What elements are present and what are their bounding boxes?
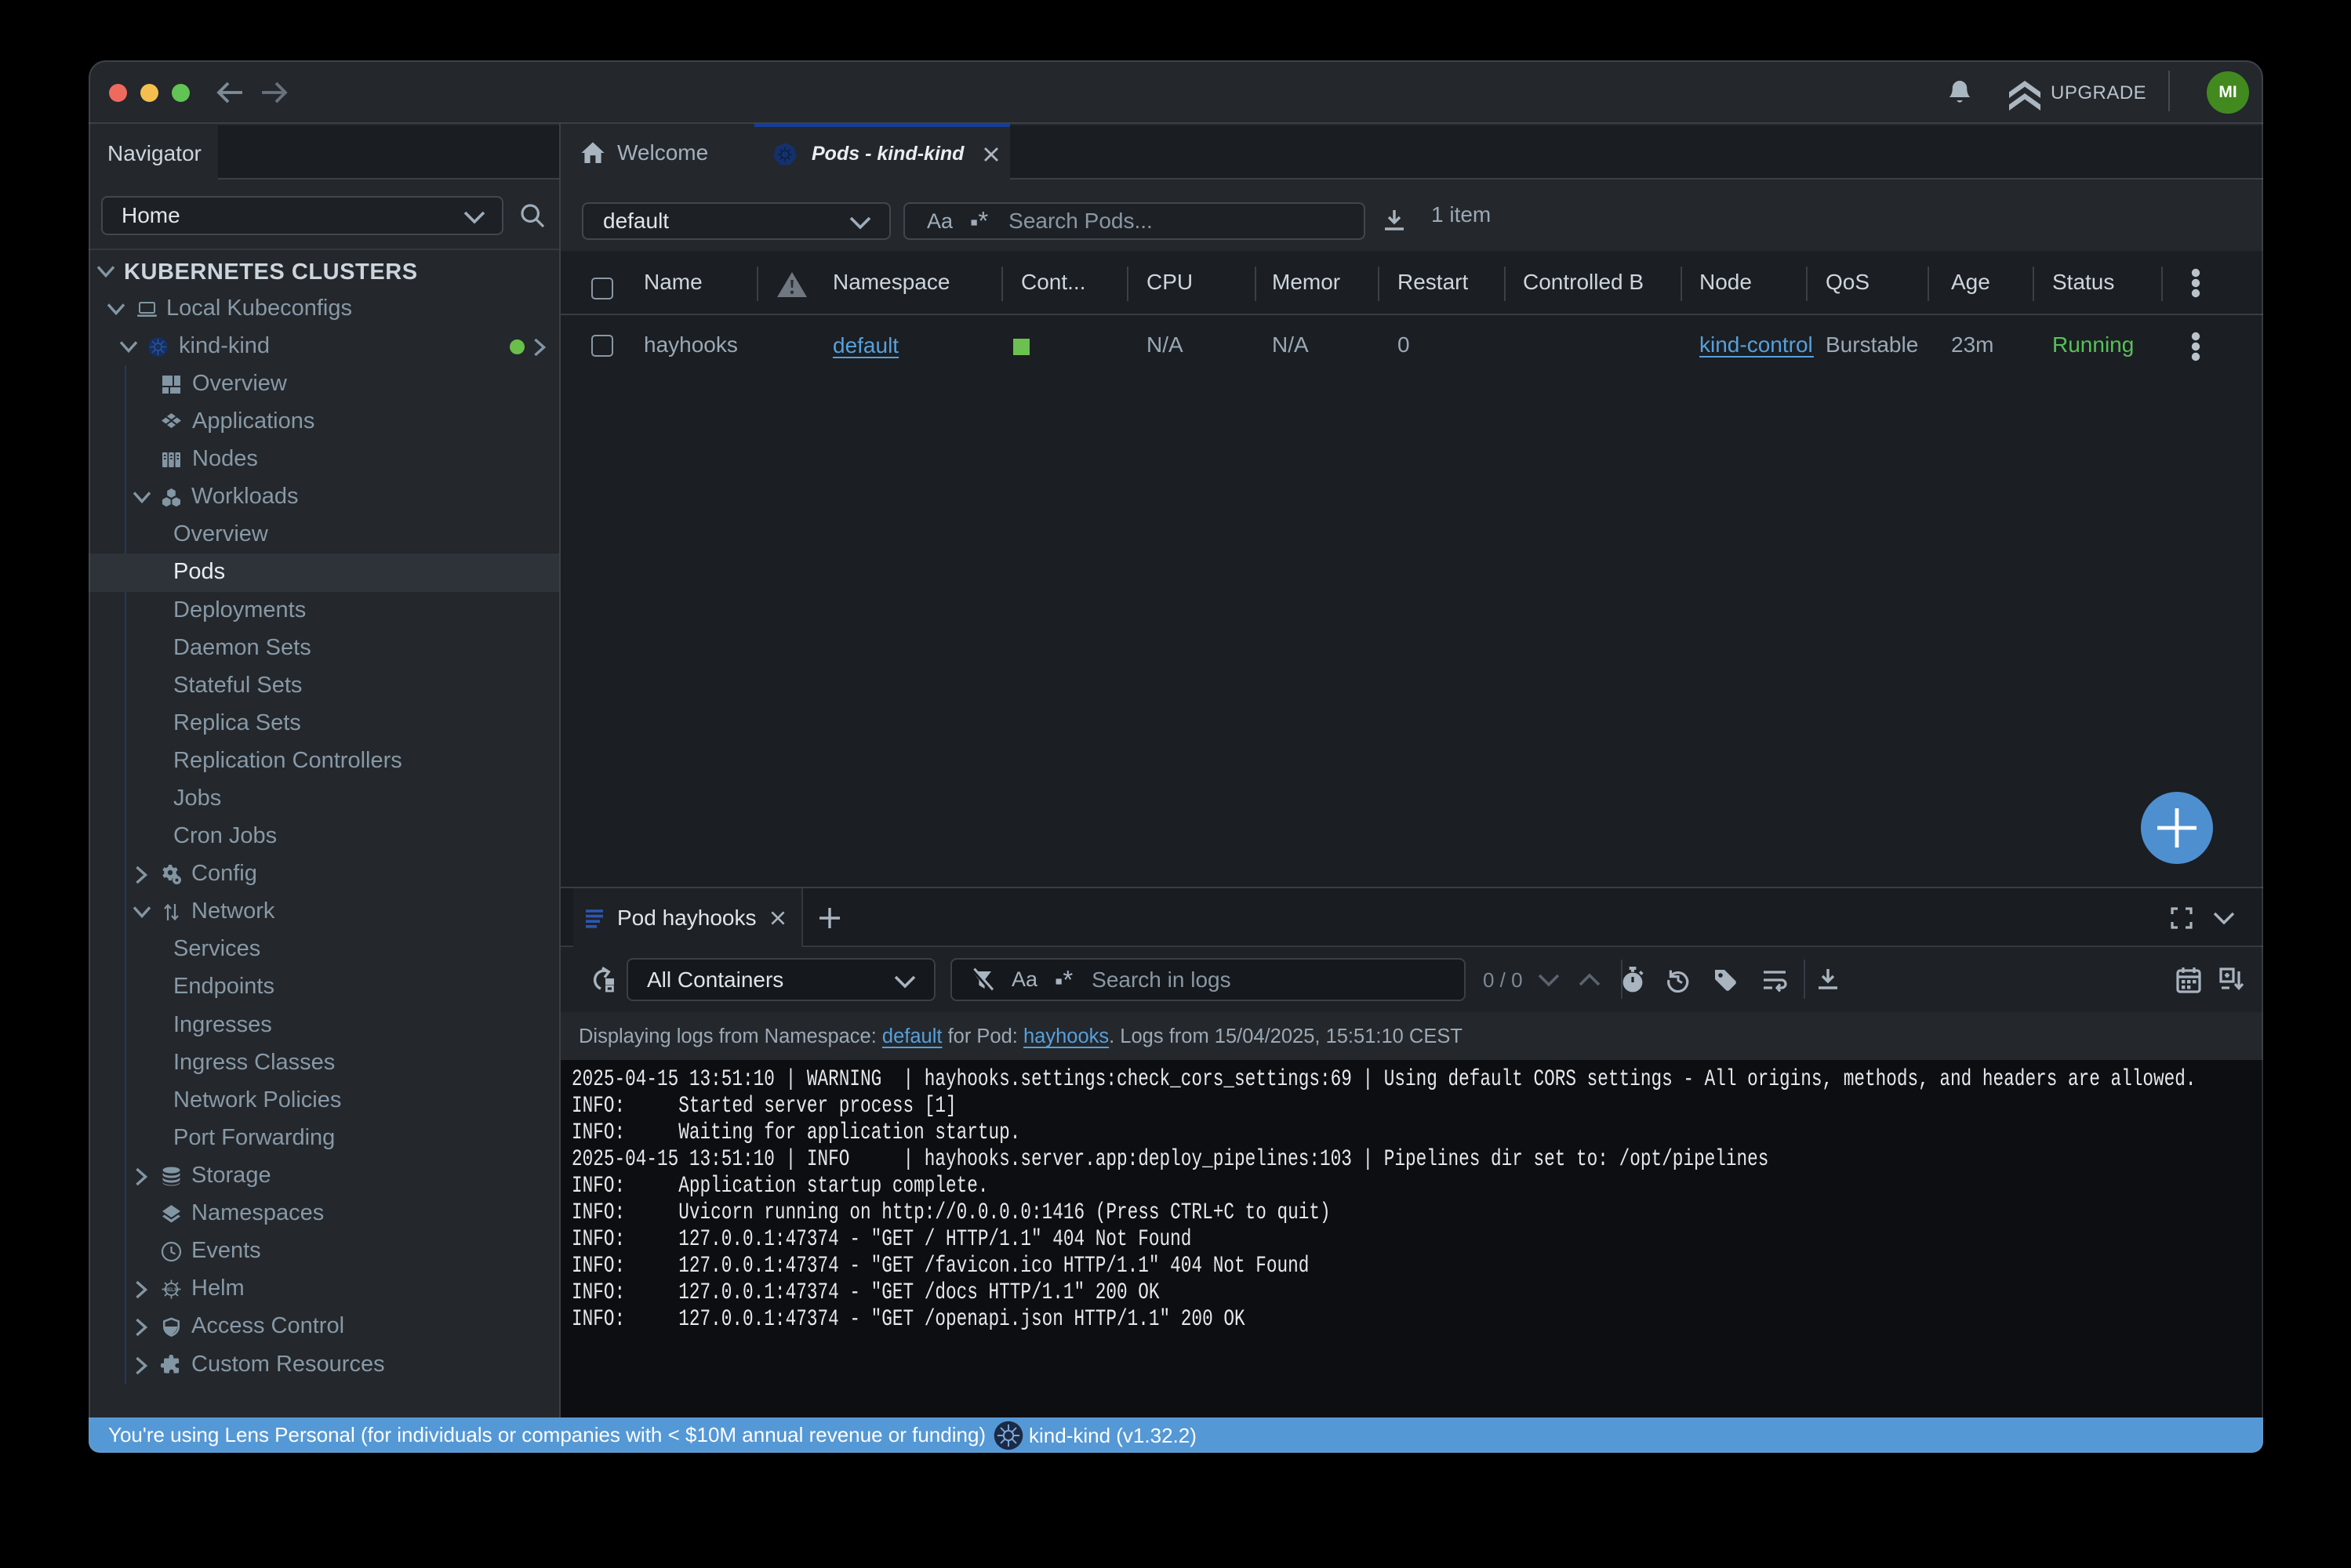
svg-text:HELM: HELM [164,1287,178,1293]
